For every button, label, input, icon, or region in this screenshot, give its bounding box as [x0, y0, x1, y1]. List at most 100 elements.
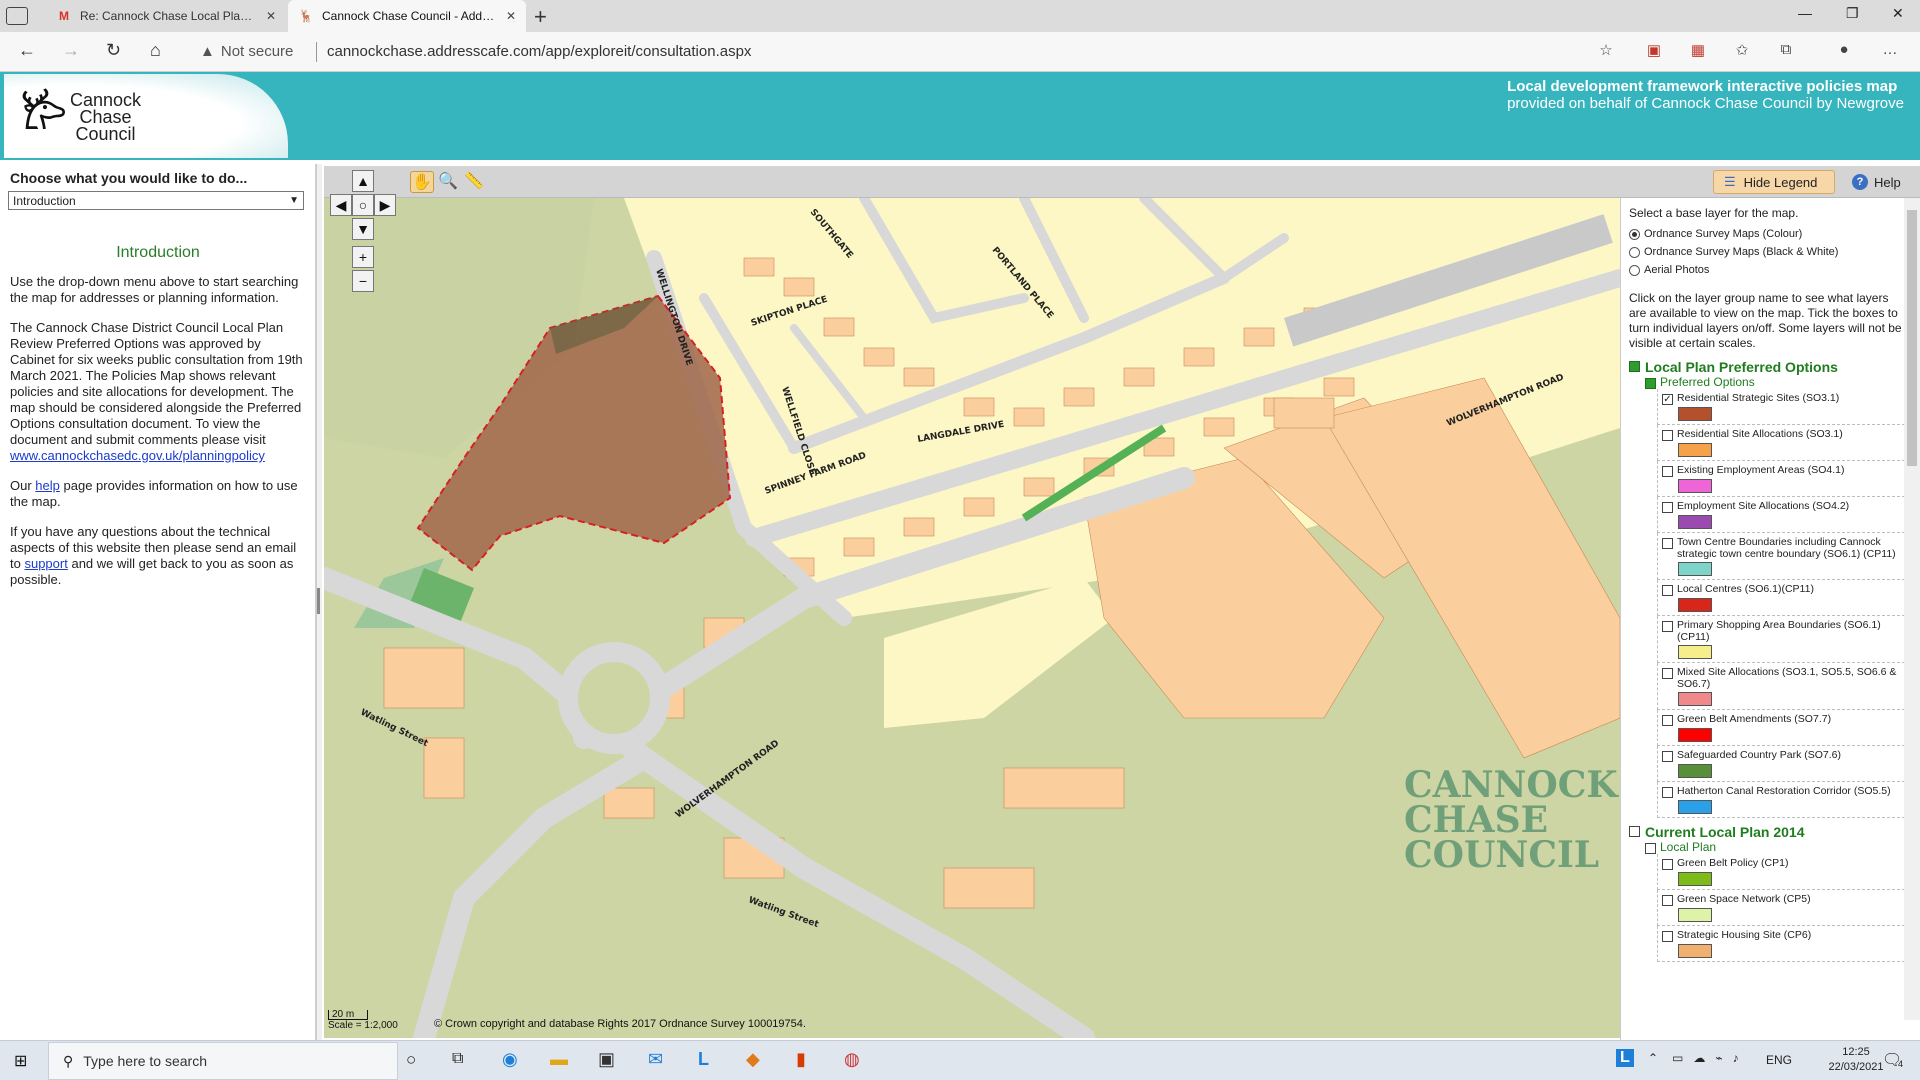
layer-checkbox[interactable]: [1662, 931, 1673, 942]
layer-group-current-local-plan[interactable]: Current Local Plan 2014: [1629, 824, 1905, 840]
recenter-icon[interactable]: ○: [352, 194, 374, 216]
layer-checkbox[interactable]: [1662, 668, 1673, 679]
favorites-icon[interactable]: ✩: [1732, 41, 1752, 61]
language-indicator[interactable]: ENG: [1766, 1053, 1792, 1067]
legend-layer-item[interactable]: Existing Employment Areas (SO4.1): [1657, 461, 1905, 497]
layer-checkbox[interactable]: [1662, 466, 1673, 477]
layer-checkbox[interactable]: [1662, 859, 1673, 870]
legend-scrollbar-thumb[interactable]: [1907, 210, 1917, 466]
security-indicator[interactable]: ▲ Not secure: [200, 43, 293, 60]
layer-checkbox[interactable]: [1662, 787, 1673, 798]
taskbar-search[interactable]: ⚲ Type here to search: [48, 1042, 398, 1080]
sublayer-group[interactable]: Local Plan: [1645, 840, 1905, 854]
legend-layer-item[interactable]: ✓ Residential Strategic Sites (SO3.1): [1657, 389, 1905, 425]
radio-button[interactable]: [1629, 228, 1640, 240]
layer-checkbox[interactable]: [1662, 715, 1673, 726]
splitter-grip[interactable]: [317, 588, 320, 614]
subgroup-checkbox[interactable]: [1645, 842, 1656, 854]
new-tab-icon[interactable]: +: [534, 4, 547, 30]
chrome-icon[interactable]: ◍: [844, 1049, 860, 1070]
layer-checkbox[interactable]: [1662, 751, 1673, 762]
legend-layer-item[interactable]: Residential Site Allocations (SO3.1): [1657, 425, 1905, 461]
mail-icon[interactable]: ✉: [648, 1049, 663, 1070]
base-layer-option[interactable]: Ordnance Survey Maps (Black & White): [1629, 243, 1905, 261]
edge-icon[interactable]: ◉: [502, 1049, 518, 1070]
base-layer-option[interactable]: Aerial Photos: [1629, 261, 1905, 279]
pan-hand-icon[interactable]: ✋: [410, 171, 434, 193]
back-icon[interactable]: ←: [18, 40, 36, 61]
legend-layer-item[interactable]: Safeguarded Country Park (SO7.6): [1657, 746, 1905, 782]
more-menu-icon[interactable]: …: [1880, 41, 1900, 61]
restore-icon[interactable]: ❐: [1846, 5, 1859, 22]
sublayer-group[interactable]: Preferred Options: [1645, 375, 1905, 389]
subgroup-checkbox[interactable]: [1645, 377, 1656, 389]
support-link[interactable]: support: [24, 556, 67, 571]
profile-avatar[interactable]: ●: [1834, 41, 1854, 61]
cortana-icon[interactable]: ○: [406, 1050, 416, 1070]
file-explorer-icon[interactable]: ▬: [550, 1049, 568, 1070]
radio-button[interactable]: [1629, 264, 1640, 276]
legend-layer-item[interactable]: Green Belt Amendments (SO7.7): [1657, 710, 1905, 746]
start-windows-icon[interactable]: ⊞: [14, 1051, 27, 1071]
pan-right-icon[interactable]: ▶: [374, 194, 396, 216]
legend-layer-item[interactable]: Primary Shopping Area Boundaries (SO6.1)…: [1657, 616, 1905, 663]
collections-icon[interactable]: ⧉: [1776, 41, 1796, 61]
close-tab-icon[interactable]: ✕: [266, 9, 276, 23]
layer-checkbox[interactable]: ✓: [1662, 394, 1673, 405]
legend-layer-item[interactable]: Local Centres (SO6.1)(CP11): [1657, 580, 1905, 616]
tray-icons[interactable]: ▭☁⌁♪: [1672, 1051, 1749, 1065]
legend-layer-item[interactable]: Green Belt Policy (CP1): [1657, 854, 1905, 890]
extension-icon[interactable]: ▣: [1644, 41, 1664, 61]
layer-checkbox[interactable]: [1662, 585, 1673, 596]
window-close-icon[interactable]: ✕: [1892, 5, 1904, 22]
council-logo[interactable]: 𐂂 Cannock Chase Council: [4, 74, 288, 158]
close-tab-icon[interactable]: ✕: [506, 9, 516, 23]
tab-actions-icon[interactable]: [6, 7, 28, 25]
minimize-icon[interactable]: —: [1798, 5, 1812, 21]
store-icon[interactable]: ▣: [598, 1049, 615, 1070]
legend-layer-item[interactable]: Strategic Housing Site (CP6): [1657, 926, 1905, 962]
group-checkbox[interactable]: [1629, 361, 1640, 372]
hide-legend-button[interactable]: ☰ Hide Legend: [1713, 170, 1835, 194]
measure-icon[interactable]: 📏: [462, 171, 486, 193]
map-canvas[interactable]: SOUTHGATE PORTLAND PLACE WELLINGTON DRIV…: [324, 198, 1620, 1038]
help-button[interactable]: ? Help: [1842, 170, 1916, 194]
pan-left-icon[interactable]: ◀: [330, 194, 352, 216]
legend-layer-item[interactable]: Mixed Site Allocations (SO3.1, SO5.5, SO…: [1657, 663, 1905, 710]
layer-checkbox[interactable]: [1662, 430, 1673, 441]
zoom-out-icon[interactable]: −: [352, 270, 374, 292]
refresh-icon[interactable]: ↻: [106, 40, 121, 61]
app-l-icon[interactable]: L: [698, 1049, 709, 1070]
legend-layer-item[interactable]: Hatherton Canal Restoration Corridor (SO…: [1657, 782, 1905, 818]
planning-policy-link[interactable]: www.cannockchasedc.gov.uk/planningpolicy: [10, 448, 265, 463]
group-checkbox[interactable]: [1629, 826, 1640, 837]
tray-l-icon[interactable]: L: [1616, 1049, 1634, 1067]
pan-up-icon[interactable]: ▲: [352, 170, 374, 192]
action-select[interactable]: Introduction ▼: [8, 191, 304, 210]
url-input[interactable]: cannockchase.addresscafe.com/app/explore…: [327, 43, 751, 60]
layer-checkbox[interactable]: [1662, 621, 1673, 632]
zoom-box-icon[interactable]: 🔍: [436, 171, 460, 193]
task-view-icon[interactable]: ⧉: [452, 1050, 463, 1068]
browser-tab-council[interactable]: 🦌 Cannock Chase Council - Addres ✕: [288, 0, 526, 32]
app-shapes-icon[interactable]: ◆: [746, 1049, 760, 1070]
zoom-in-icon[interactable]: +: [352, 246, 374, 268]
layer-checkbox[interactable]: [1662, 538, 1673, 549]
forward-icon[interactable]: →: [62, 40, 80, 61]
radio-button[interactable]: [1629, 246, 1640, 258]
favorite-star-icon[interactable]: ☆: [1596, 41, 1616, 61]
base-layer-option[interactable]: Ordnance Survey Maps (Colour): [1629, 225, 1905, 243]
help-link[interactable]: help: [35, 478, 60, 493]
legend-layer-item[interactable]: Town Centre Boundaries including Cannock…: [1657, 533, 1905, 580]
office-icon[interactable]: ▮: [796, 1049, 806, 1070]
pan-down-icon[interactable]: ▼: [352, 218, 374, 240]
layer-checkbox[interactable]: [1662, 502, 1673, 513]
layer-group-local-plan-preferred[interactable]: Local Plan Preferred Options: [1629, 359, 1905, 375]
layer-checkbox[interactable]: [1662, 895, 1673, 906]
tray-chevron-icon[interactable]: ⌃: [1648, 1051, 1658, 1065]
browser-tab-gmail[interactable]: M Re: Cannock Chase Local Plan - F ✕: [46, 0, 286, 32]
home-icon[interactable]: ⌂: [150, 40, 161, 61]
extension-icon[interactable]: ▦: [1688, 41, 1708, 61]
legend-layer-item[interactable]: Green Space Network (CP5): [1657, 890, 1905, 926]
legend-layer-item[interactable]: Employment Site Allocations (SO4.2): [1657, 497, 1905, 533]
